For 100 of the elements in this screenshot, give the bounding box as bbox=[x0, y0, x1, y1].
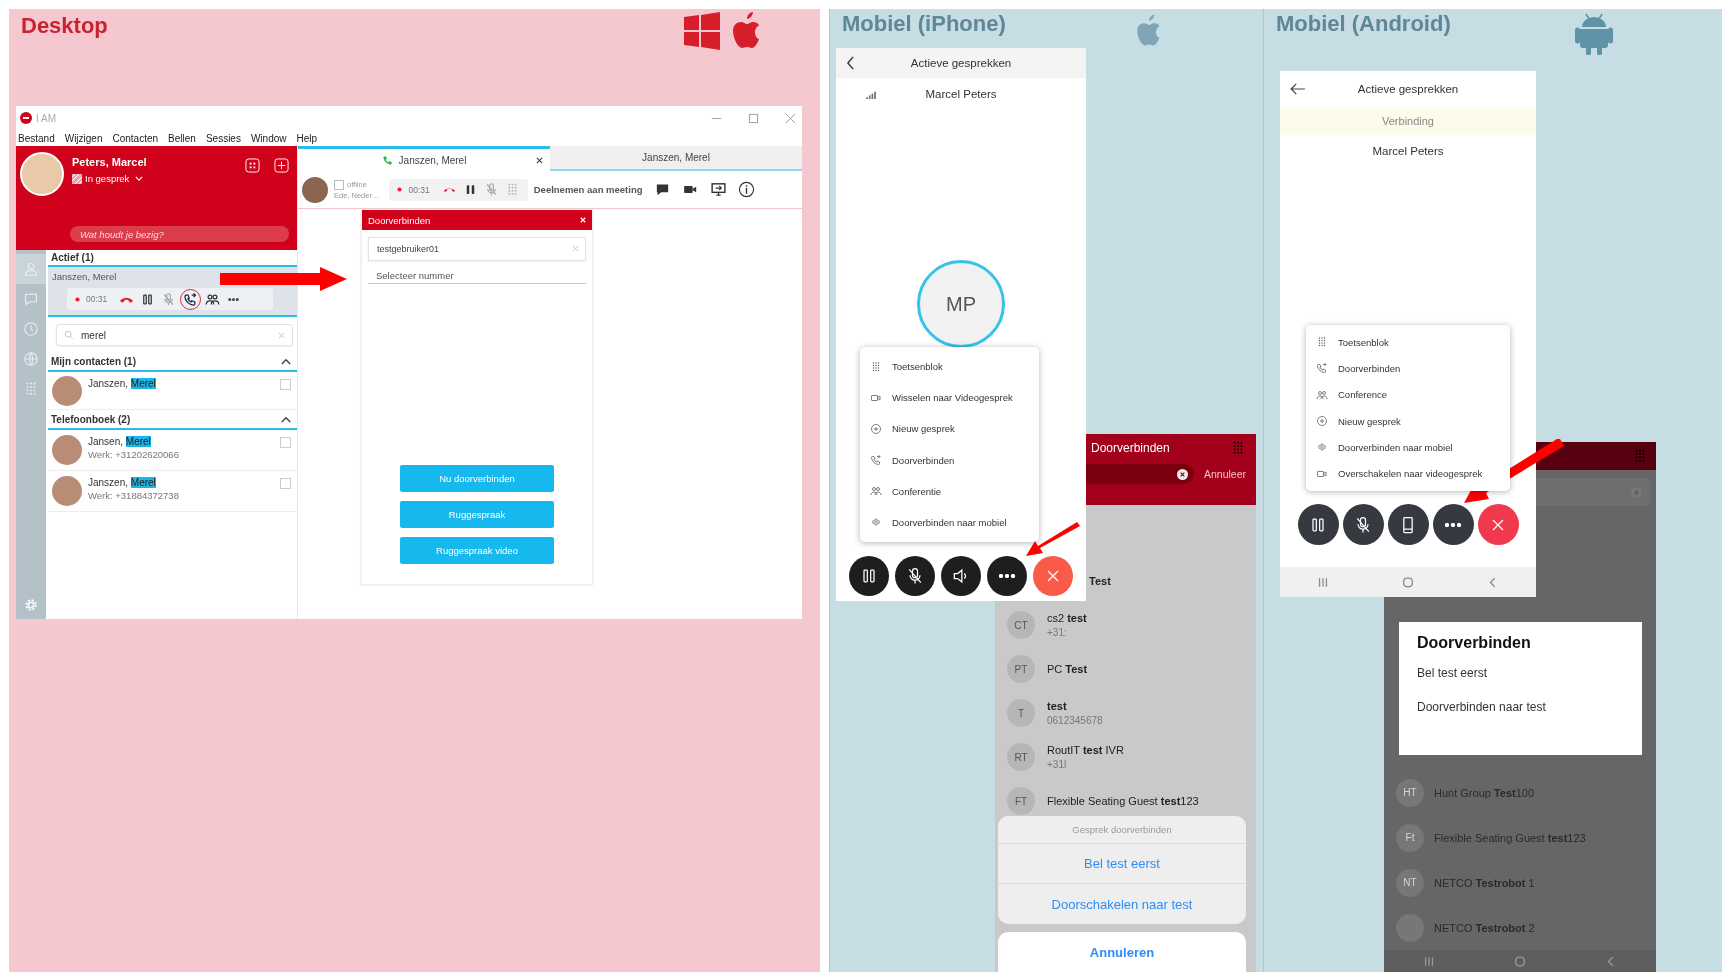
more-button[interactable] bbox=[1432, 504, 1474, 545]
menu-item[interactable]: Doorverbinden bbox=[1306, 362, 1510, 375]
contact-phone: 0612345678 bbox=[1047, 715, 1103, 726]
pointer-arrow bbox=[1026, 522, 1082, 558]
checkbox[interactable] bbox=[280, 379, 291, 390]
call-timer: 00:31 bbox=[408, 184, 430, 195]
menu-item[interactable]: Toetsenblok bbox=[860, 360, 1039, 373]
menu-item[interactable]: Overschakelen naar videogesprek bbox=[1306, 467, 1510, 480]
chevron-icon[interactable] bbox=[281, 416, 291, 423]
mute-button[interactable] bbox=[895, 556, 935, 596]
home-icon[interactable] bbox=[1514, 955, 1526, 967]
active-call-panel[interactable]: Janszen, Merel 00:31 bbox=[48, 267, 297, 317]
caller-name: Marcel Peters bbox=[925, 88, 997, 100]
recording-dot-icon bbox=[75, 296, 80, 302]
initials-avatar: PT bbox=[1007, 655, 1035, 683]
menu-item[interactable]: Bellen bbox=[168, 132, 196, 144]
new-call-icon bbox=[870, 422, 882, 435]
transfer-icon bbox=[870, 454, 882, 467]
dialog-option[interactable]: Bel test eerst bbox=[1417, 666, 1624, 696]
menu-item[interactable]: Conferentie bbox=[860, 485, 1039, 498]
number-select[interactable]: Selecteer nummer bbox=[368, 267, 586, 284]
caller-name: Janszen, Merel bbox=[52, 271, 118, 282]
menu-item[interactable]: Doorverbinden bbox=[860, 454, 1039, 467]
user-name: Peters, Marcel bbox=[72, 156, 148, 168]
initials-avatar: MP bbox=[917, 260, 1005, 348]
menu-item[interactable]: Nieuw gesprek bbox=[1306, 415, 1510, 428]
screen-title: Actieve gesprekken bbox=[910, 57, 1012, 69]
more-button[interactable] bbox=[987, 556, 1027, 596]
mute-button[interactable] bbox=[1342, 504, 1384, 545]
menu-item[interactable]: Doorverbinden naar mobiel bbox=[1306, 441, 1510, 454]
menu-item[interactable]: Bestand bbox=[18, 132, 55, 144]
user-field[interactable]: testgebruiker01 bbox=[368, 237, 586, 261]
menu-item[interactable]: Wijzigen bbox=[64, 132, 103, 144]
join-meeting-link[interactable]: Deelnemen aan meeting bbox=[533, 184, 643, 195]
keypad-icon bbox=[1316, 336, 1328, 349]
clear-icon[interactable] bbox=[1176, 468, 1188, 480]
avatar-placeholder bbox=[52, 435, 82, 465]
home-icon[interactable] bbox=[1402, 576, 1414, 588]
transfer-icon bbox=[1316, 362, 1328, 375]
recent-apps-icon[interactable] bbox=[1316, 576, 1329, 588]
android-logo-icon bbox=[1573, 11, 1615, 55]
contact-name[interactable]: test bbox=[1047, 700, 1103, 712]
windows-logo-icon bbox=[682, 11, 722, 51]
end-call-button[interactable] bbox=[1477, 504, 1519, 545]
contact-name[interactable]: Flexible Seating Guest test123 bbox=[1047, 795, 1199, 807]
window-title: I AM bbox=[36, 112, 56, 124]
menu-item[interactable]: Help bbox=[296, 132, 318, 144]
menu-item[interactable]: Toetsenblok bbox=[1306, 336, 1510, 349]
speaker-button[interactable] bbox=[941, 556, 981, 596]
chevron-icon[interactable] bbox=[281, 358, 291, 365]
pause-button[interactable] bbox=[1297, 504, 1339, 545]
tab[interactable]: Janszen, Merel bbox=[550, 146, 802, 171]
screen-title: Actieve gesprekken bbox=[1357, 83, 1459, 95]
signal-icon bbox=[866, 89, 877, 99]
checkbox[interactable] bbox=[280, 478, 291, 489]
menu-item[interactable]: Window bbox=[250, 132, 287, 144]
close-icon[interactable] bbox=[536, 156, 543, 164]
menu-item[interactable]: Nieuw gesprek bbox=[860, 422, 1039, 435]
initials-avatar: RT bbox=[1007, 743, 1035, 771]
contact-name: Janszen, bbox=[88, 477, 129, 488]
initials-avatar: FT bbox=[1007, 787, 1035, 815]
menu-item[interactable]: Wisselen naar Videogesprek bbox=[860, 391, 1039, 404]
section-heading: Mobiel (Android) bbox=[1276, 11, 1451, 37]
checkbox[interactable] bbox=[280, 437, 291, 448]
phone-button[interactable] bbox=[1387, 504, 1429, 545]
initials-avatar: Ft bbox=[1396, 823, 1424, 852]
cancel-link[interactable]: Annuleer bbox=[1203, 468, 1246, 480]
conference-icon bbox=[870, 485, 882, 498]
more-icon bbox=[1445, 522, 1461, 527]
add-icon[interactable] bbox=[274, 158, 289, 173]
maximize-icon[interactable] bbox=[748, 112, 759, 124]
screen-share-icon[interactable] bbox=[709, 181, 727, 198]
dialog-option[interactable]: Doorverbinden naar test bbox=[1417, 700, 1624, 730]
end-call-button[interactable] bbox=[1033, 556, 1073, 596]
contact-name[interactable]: Test bbox=[1089, 575, 1111, 587]
menu-item[interactable]: Doorverbinden naar mobiel bbox=[860, 516, 1039, 529]
pause-button[interactable] bbox=[849, 556, 889, 596]
avatar-placeholder bbox=[52, 476, 82, 506]
mobile-icon bbox=[1316, 441, 1328, 454]
search-field[interactable]: merel bbox=[56, 324, 293, 346]
contact-name[interactable]: RoutIT test IVR bbox=[1047, 744, 1124, 756]
status-label[interactable]: In gesprek bbox=[85, 173, 130, 184]
back-icon[interactable] bbox=[846, 56, 855, 70]
keypad-icon bbox=[870, 360, 882, 373]
contact-phone: Werk: +31202620066 bbox=[88, 449, 180, 460]
contact-name[interactable]: cs2 test bbox=[1047, 612, 1087, 624]
menu-item[interactable]: Sessies bbox=[205, 132, 241, 144]
dialpad-icon[interactable] bbox=[245, 158, 260, 173]
contact-name: Jansen, bbox=[88, 436, 124, 447]
search-icon bbox=[64, 330, 74, 340]
initials-avatar: NT bbox=[1396, 868, 1424, 897]
info-icon[interactable] bbox=[737, 181, 755, 198]
mood-field[interactable]: Wat houdt je bezig? bbox=[70, 226, 289, 242]
menu-item[interactable]: Conference bbox=[1306, 388, 1510, 401]
recent-apps-icon[interactable] bbox=[1423, 955, 1436, 967]
back-arrow-icon[interactable] bbox=[1290, 83, 1306, 95]
search-match: Merel bbox=[125, 436, 151, 447]
caret-icon[interactable] bbox=[135, 176, 144, 181]
contact-name[interactable]: PC Test bbox=[1047, 663, 1088, 675]
menu-item[interactable]: Contacten bbox=[112, 132, 159, 144]
